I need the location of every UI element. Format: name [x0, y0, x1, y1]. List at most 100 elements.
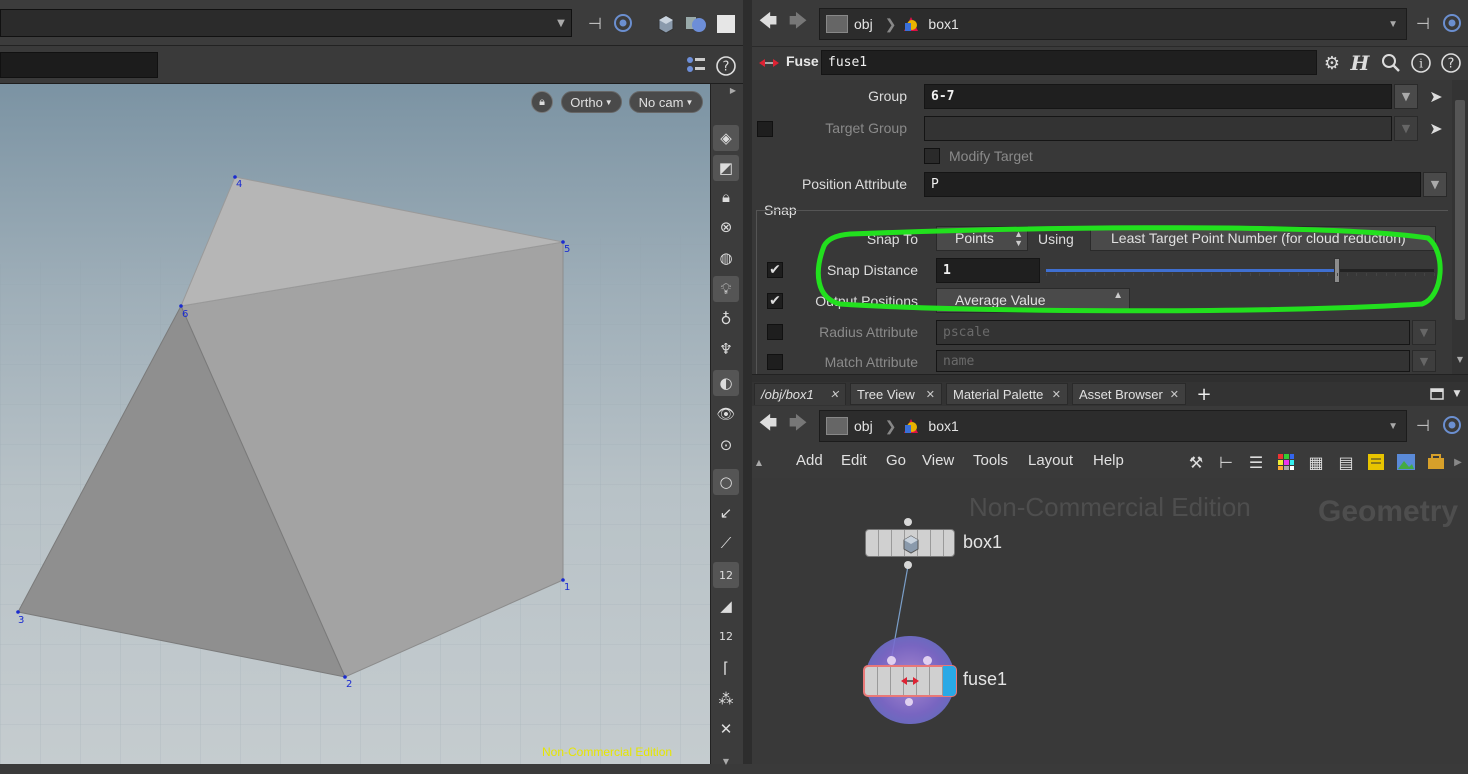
input-connector[interactable] [904, 518, 912, 526]
tab-material-palette[interactable]: Material Palette ✕ [946, 383, 1068, 405]
scroll-down-icon[interactable]: ▼ [1454, 352, 1466, 366]
close-icon[interactable]: ✕ [926, 388, 935, 401]
expand-arrow-icon[interactable]: ▶ [726, 84, 740, 96]
menu-tools[interactable]: Tools [973, 452, 1008, 469]
headlight-icon[interactable]: 💡︎ [713, 276, 739, 302]
output-connector[interactable] [905, 698, 913, 706]
ghost-icon[interactable]: ⊗ [713, 214, 739, 240]
link-icon[interactable] [1441, 414, 1463, 436]
path-context[interactable]: obj [854, 16, 873, 32]
menu-layout[interactable]: Layout [1028, 452, 1073, 469]
camera-dropdown[interactable]: No cam ▼ [629, 91, 703, 113]
scrollbar-thumb[interactable] [1455, 100, 1465, 320]
path-node[interactable]: box1 [928, 16, 958, 32]
menu-add[interactable]: Add [796, 452, 823, 469]
node-name-field[interactable]: fuse1 [821, 50, 1317, 75]
pane-splitter[interactable] [743, 0, 752, 764]
chevron-down-icon[interactable]: ▼ [555, 16, 567, 30]
network-path-bar[interactable]: obj ❯ box1 ▼ [819, 410, 1407, 442]
primitive-snap-icon[interactable]: ◩ [713, 155, 739, 181]
path-context[interactable]: obj [854, 418, 873, 434]
viewport-path-field[interactable]: ▼ [0, 9, 572, 37]
back-arrow-icon[interactable]: 🡄 [756, 11, 780, 36]
node-label-fuse1[interactable]: fuse1 [963, 669, 1007, 690]
menu-help[interactable]: Help [1093, 452, 1124, 469]
radius-attribute-dropdown[interactable]: ▼ [1412, 320, 1436, 345]
lock-icon[interactable]: 🔒︎ [713, 184, 739, 210]
light-icon[interactable]: ♁ [713, 306, 739, 332]
scroll-down-icon[interactable]: ▼ [713, 748, 739, 774]
maximize-pane-icon[interactable] [1428, 386, 1446, 402]
close-icon[interactable]: ✕ [1052, 388, 1061, 401]
list-icon[interactable]: ☰ [1244, 450, 1268, 474]
shading-ball-icon[interactable]: ◐ [713, 370, 739, 396]
viewport-name-field[interactable] [0, 52, 158, 78]
target-group-dropdown[interactable]: ▼ [1394, 116, 1418, 141]
sticky-note-icon[interactable] [1364, 450, 1388, 474]
shading-cube-icon[interactable] [654, 12, 678, 36]
position-attribute-field[interactable]: P [924, 172, 1421, 197]
lock-camera-icon[interactable]: 🔒︎ [531, 91, 553, 113]
modify-target-checkbox[interactable] [924, 148, 940, 164]
select-arrow-icon[interactable]: ➤ [1426, 117, 1446, 139]
select-arrow-icon[interactable]: ➤ [1426, 85, 1446, 107]
menu-view[interactable]: View [922, 452, 954, 469]
target-group-checkbox[interactable] [757, 121, 773, 137]
display-flags-icon[interactable] [684, 54, 708, 78]
forward-arrow-icon[interactable]: 🡆 [786, 413, 810, 438]
point-display-icon[interactable]: ○ [713, 469, 739, 495]
point-cloud-icon[interactable]: ⁂ [713, 686, 739, 712]
expand-right-icon[interactable]: ▶ [1451, 450, 1465, 474]
group-field[interactable]: 6-7 [924, 84, 1392, 109]
prim-numbers-icon[interactable]: 12 [713, 623, 739, 649]
node-box1[interactable] [865, 529, 955, 557]
parm-scrollbar[interactable]: ▼ [1452, 80, 1468, 374]
pane-separator[interactable] [752, 374, 1468, 382]
tab-tree-view[interactable]: Tree View ✕ [850, 383, 942, 405]
match-attribute-field[interactable]: name [936, 350, 1410, 372]
close-icon[interactable]: ✕ [1170, 388, 1179, 401]
link-icon[interactable] [1441, 12, 1463, 34]
back-arrow-icon[interactable]: 🡄 [756, 413, 780, 438]
chevron-down-icon[interactable]: ▼ [1388, 421, 1398, 432]
pin-icon[interactable]: ⊣ [584, 12, 606, 34]
3d-viewport[interactable]: 1 2 3 4 5 6 Non-Commercial Edition [0, 84, 710, 764]
search-icon[interactable] [1379, 51, 1403, 75]
pin-icon[interactable]: ⊣ [1412, 12, 1434, 34]
normal-display-icon[interactable]: ↙ [713, 500, 739, 526]
network-editor[interactable]: Non-Commercial Edition Geometry box1 fus… [752, 478, 1468, 764]
path-bar[interactable]: obj ❯ box1 ▼ [819, 8, 1407, 40]
view-mode-dropdown[interactable]: Ortho ▼ [561, 91, 622, 113]
close-icon[interactable]: ✕ [830, 388, 839, 401]
add-tab-icon[interactable]: + [1194, 383, 1214, 405]
hidden-visibility-icon[interactable]: ⊙ [713, 432, 739, 458]
tab-obj-box1[interactable]: /obj/box1 ✕ [754, 383, 846, 405]
grid-snap-icon[interactable]: ◈ [713, 125, 739, 151]
snap-icon[interactable]: ✕ [713, 716, 739, 742]
uv-display-icon[interactable]: ⌈ [713, 655, 739, 681]
target-group-field[interactable] [924, 116, 1392, 141]
point-numbers-icon[interactable]: 12 [713, 562, 739, 588]
pin-icon[interactable]: ⊣ [1412, 414, 1434, 436]
toolbox-icon[interactable] [1424, 450, 1448, 474]
gear-icon[interactable]: ⚙ [1320, 51, 1344, 75]
radius-attribute-field[interactable]: pscale [936, 320, 1410, 345]
tab-asset-browser[interactable]: Asset Browser ✕ [1072, 383, 1186, 405]
match-attribute-dropdown[interactable]: ▼ [1412, 350, 1436, 372]
forward-arrow-icon[interactable]: 🡆 [786, 11, 810, 36]
display-flag[interactable] [943, 666, 956, 696]
help-icon[interactable]: ? [714, 54, 738, 78]
path-node[interactable]: box1 [928, 418, 958, 434]
network-box-icon[interactable]: ▤ [1334, 450, 1358, 474]
group-dropdown[interactable]: ▼ [1394, 84, 1418, 109]
position-attribute-dropdown[interactable]: ▼ [1423, 172, 1447, 197]
menu-go[interactable]: Go [886, 452, 906, 469]
sphere-icon[interactable]: ◍ [713, 245, 739, 271]
output-connector[interactable] [904, 561, 912, 569]
grid-view-icon[interactable]: ▦ [1304, 450, 1328, 474]
info-icon[interactable]: i [1409, 51, 1433, 75]
tree-icon[interactable]: ⊢ [1214, 450, 1238, 474]
background-icon[interactable] [714, 12, 738, 36]
background-image-icon[interactable] [1394, 450, 1418, 474]
houdini-help-icon[interactable]: H [1348, 51, 1372, 75]
